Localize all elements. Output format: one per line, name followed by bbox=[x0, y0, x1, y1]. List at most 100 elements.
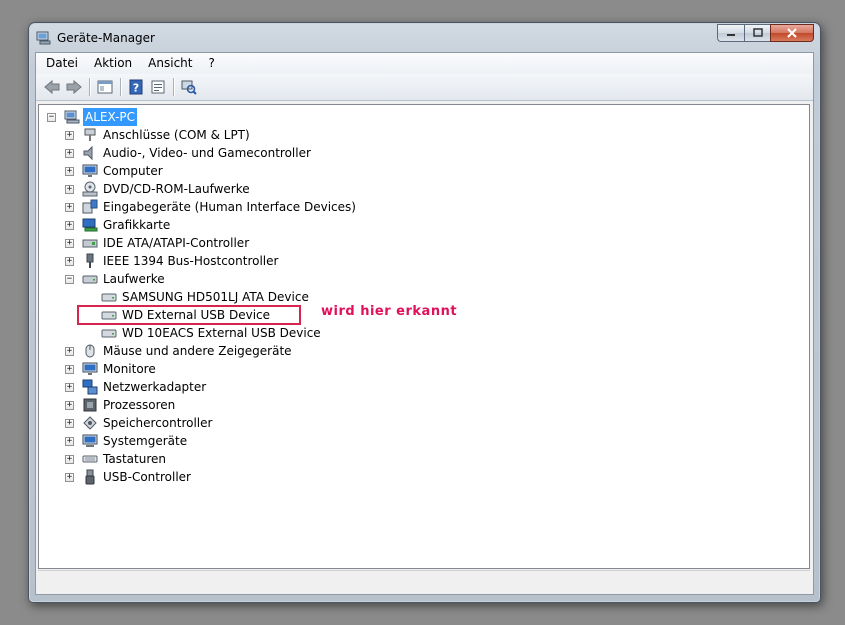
tree-category-label: Monitore bbox=[103, 362, 156, 376]
hid-icon bbox=[82, 199, 98, 214]
highlight-box bbox=[77, 305, 301, 325]
expand-toggle[interactable]: + bbox=[65, 130, 74, 140]
tree-category-ieee1394[interactable]: + IEEE 1394 Bus-Hostcontroller bbox=[65, 252, 280, 270]
tree-category-monitors[interactable]: + Monitore bbox=[65, 360, 158, 378]
properties-icon bbox=[151, 80, 165, 94]
svg-text:?: ? bbox=[133, 82, 139, 95]
close-button[interactable] bbox=[770, 24, 814, 42]
tree-category-label: IEEE 1394 Bus-Hostcontroller bbox=[103, 254, 279, 268]
tree-category-label: Prozessoren bbox=[103, 398, 176, 412]
toolbar-separator bbox=[89, 78, 90, 96]
menu-aktion[interactable]: Aktion bbox=[86, 53, 140, 74]
hard-drive-icon bbox=[101, 293, 117, 302]
expand-toggle[interactable]: + bbox=[65, 418, 74, 428]
tree-category-drives[interactable]: − Laufwerke bbox=[65, 270, 167, 288]
computer-icon bbox=[64, 110, 80, 124]
status-bar bbox=[38, 570, 810, 592]
menu-ansicht[interactable]: Ansicht bbox=[140, 53, 200, 74]
tree-category-graphics[interactable]: + Grafikkarte bbox=[65, 216, 172, 234]
display-adapter-icon bbox=[82, 218, 98, 232]
expand-toggle[interactable]: + bbox=[65, 202, 74, 212]
expand-toggle[interactable]: + bbox=[65, 256, 74, 266]
device-tree[interactable]: − ALEX-PC + Anschlüsse (COM & LPT) + Aud… bbox=[38, 104, 810, 569]
console-tree-button[interactable] bbox=[94, 76, 116, 98]
tree-category-keyboards[interactable]: + Tastaturen bbox=[65, 450, 168, 468]
tree-category-processors[interactable]: + Prozessoren bbox=[65, 396, 177, 414]
tree-category-label: USB-Controller bbox=[103, 470, 191, 484]
collapse-toggle[interactable]: − bbox=[65, 274, 74, 284]
tree-category-dvd[interactable]: + DVD/CD-ROM-Laufwerke bbox=[65, 180, 252, 198]
expand-toggle[interactable]: + bbox=[65, 364, 74, 374]
disc-drive-icon bbox=[82, 181, 98, 197]
maximize-button[interactable] bbox=[744, 24, 770, 42]
expand-toggle[interactable]: + bbox=[65, 472, 74, 482]
tree-category-network[interactable]: + Netzwerkadapter bbox=[65, 378, 208, 396]
expand-toggle[interactable]: + bbox=[65, 382, 74, 392]
forward-button[interactable] bbox=[63, 76, 85, 98]
expand-toggle[interactable]: + bbox=[65, 346, 74, 356]
tree-category-label: Audio-, Video- und Gamecontroller bbox=[103, 146, 311, 160]
tree-device-label: WD 10EACS External USB Device bbox=[122, 326, 321, 340]
toolbar-separator bbox=[120, 78, 121, 96]
expand-toggle[interactable]: + bbox=[65, 220, 74, 230]
tree-root[interactable]: − ALEX-PC bbox=[47, 108, 138, 126]
tree-category-label: Grafikkarte bbox=[103, 218, 171, 232]
keyboard-icon bbox=[82, 455, 98, 463]
drive-icon bbox=[82, 275, 98, 284]
minimize-button[interactable] bbox=[717, 24, 744, 42]
forward-icon bbox=[66, 79, 82, 95]
show-hide-console-tree-icon bbox=[97, 80, 113, 94]
menu-help[interactable]: ? bbox=[200, 53, 222, 74]
tree-category-computer[interactable]: + Computer bbox=[65, 162, 165, 180]
tree-category-mice[interactable]: + Mäuse und andere Zeigegeräte bbox=[65, 342, 294, 360]
expand-toggle[interactable]: + bbox=[65, 166, 74, 176]
title-bar[interactable]: Geräte-Manager bbox=[29, 23, 820, 53]
expand-toggle[interactable]: + bbox=[65, 454, 74, 464]
tree-category-label: Systemgeräte bbox=[103, 434, 188, 448]
tree-category-label: Computer bbox=[103, 164, 163, 178]
tree-category-ide[interactable]: + IDE ATA/ATAPI-Controller bbox=[65, 234, 251, 252]
menu-datei[interactable]: Datei bbox=[36, 53, 86, 74]
network-icon bbox=[82, 379, 98, 395]
monitor-icon bbox=[82, 362, 98, 375]
caption-buttons bbox=[717, 24, 814, 42]
expand-toggle[interactable]: + bbox=[65, 184, 74, 194]
tree-device-wd-10eacs[interactable]: WD 10EACS External USB Device bbox=[101, 324, 323, 342]
tree-category-label: Netzwerkadapter bbox=[103, 380, 207, 394]
expand-toggle[interactable]: + bbox=[65, 400, 74, 410]
hard-drive-icon bbox=[101, 329, 117, 338]
collapse-toggle[interactable]: − bbox=[47, 112, 56, 122]
annotation-text: wird hier erkannt bbox=[321, 304, 458, 319]
tree-category-label: Anschlüsse (COM & LPT) bbox=[103, 128, 250, 142]
device-manager-window: Geräte-Manager Datei Aktion Ansicht ? ? … bbox=[28, 22, 821, 603]
help-button[interactable]: ? bbox=[125, 76, 147, 98]
tree-category-ports[interactable]: + Anschlüsse (COM & LPT) bbox=[65, 126, 252, 144]
tree-category-label: Laufwerke bbox=[103, 272, 165, 286]
expand-toggle[interactable]: + bbox=[65, 148, 74, 158]
tree-category-label: Speichercontroller bbox=[103, 416, 213, 430]
scan-hardware-button[interactable] bbox=[178, 76, 200, 98]
tree-category-usb[interactable]: + USB-Controller bbox=[65, 468, 193, 486]
usb-icon bbox=[85, 469, 95, 485]
tree-device-samsung[interactable]: SAMSUNG HD501LJ ATA Device bbox=[101, 288, 311, 306]
back-button[interactable] bbox=[41, 76, 63, 98]
client-area: Datei Aktion Ansicht ? ? − ALEX-PC + Ans… bbox=[35, 52, 814, 595]
tree-category-hid[interactable]: + Eingabegeräte (Human Interface Devices… bbox=[65, 198, 358, 216]
system-device-icon bbox=[82, 434, 98, 447]
back-icon bbox=[44, 79, 60, 95]
tree-category-system[interactable]: + Systemgeräte bbox=[65, 432, 189, 450]
firewire-icon bbox=[86, 253, 94, 268]
mouse-icon bbox=[85, 344, 95, 358]
toolbar-separator bbox=[173, 78, 174, 96]
speaker-icon bbox=[83, 145, 93, 161]
properties-button[interactable] bbox=[147, 76, 169, 98]
tree-category-label: Mäuse und andere Zeigegeräte bbox=[103, 344, 292, 358]
tree-device-label: SAMSUNG HD501LJ ATA Device bbox=[122, 290, 309, 304]
tree-category-storage[interactable]: + Speichercontroller bbox=[65, 414, 214, 432]
tree-root-label: ALEX-PC bbox=[83, 108, 138, 126]
toolbar: ? bbox=[36, 74, 813, 101]
expand-toggle[interactable]: + bbox=[65, 238, 74, 248]
storage-controller-icon bbox=[83, 416, 97, 430]
tree-category-audio[interactable]: + Audio-, Video- und Gamecontroller bbox=[65, 144, 313, 162]
expand-toggle[interactable]: + bbox=[65, 436, 74, 446]
